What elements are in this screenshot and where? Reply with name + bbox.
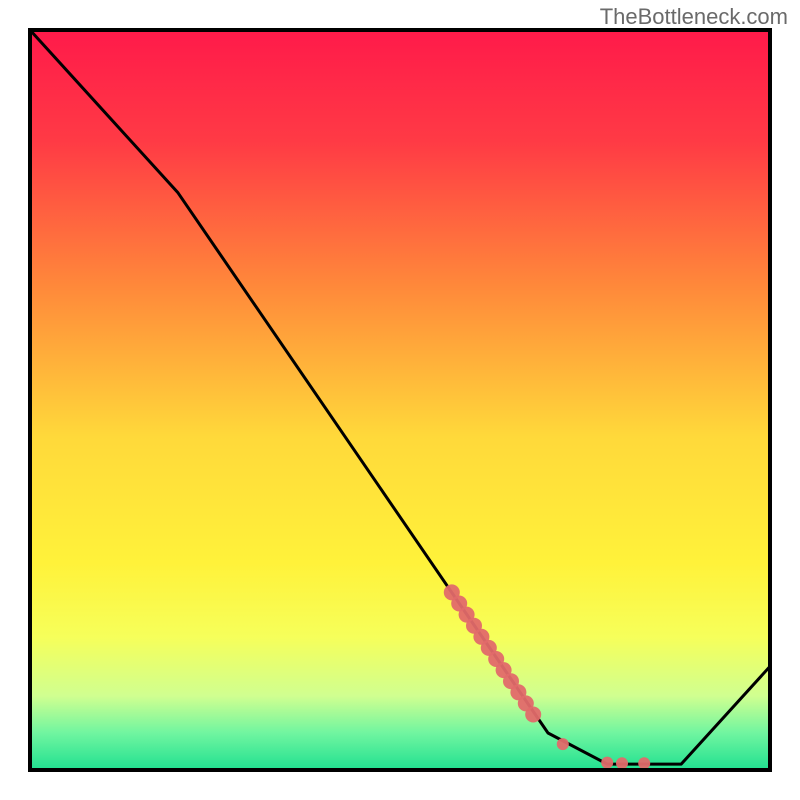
plot-background [30, 30, 770, 770]
bottleneck-chart [0, 0, 800, 800]
chart-container: TheBottleneck.com [0, 0, 800, 800]
watermark-text: TheBottleneck.com [600, 4, 788, 30]
